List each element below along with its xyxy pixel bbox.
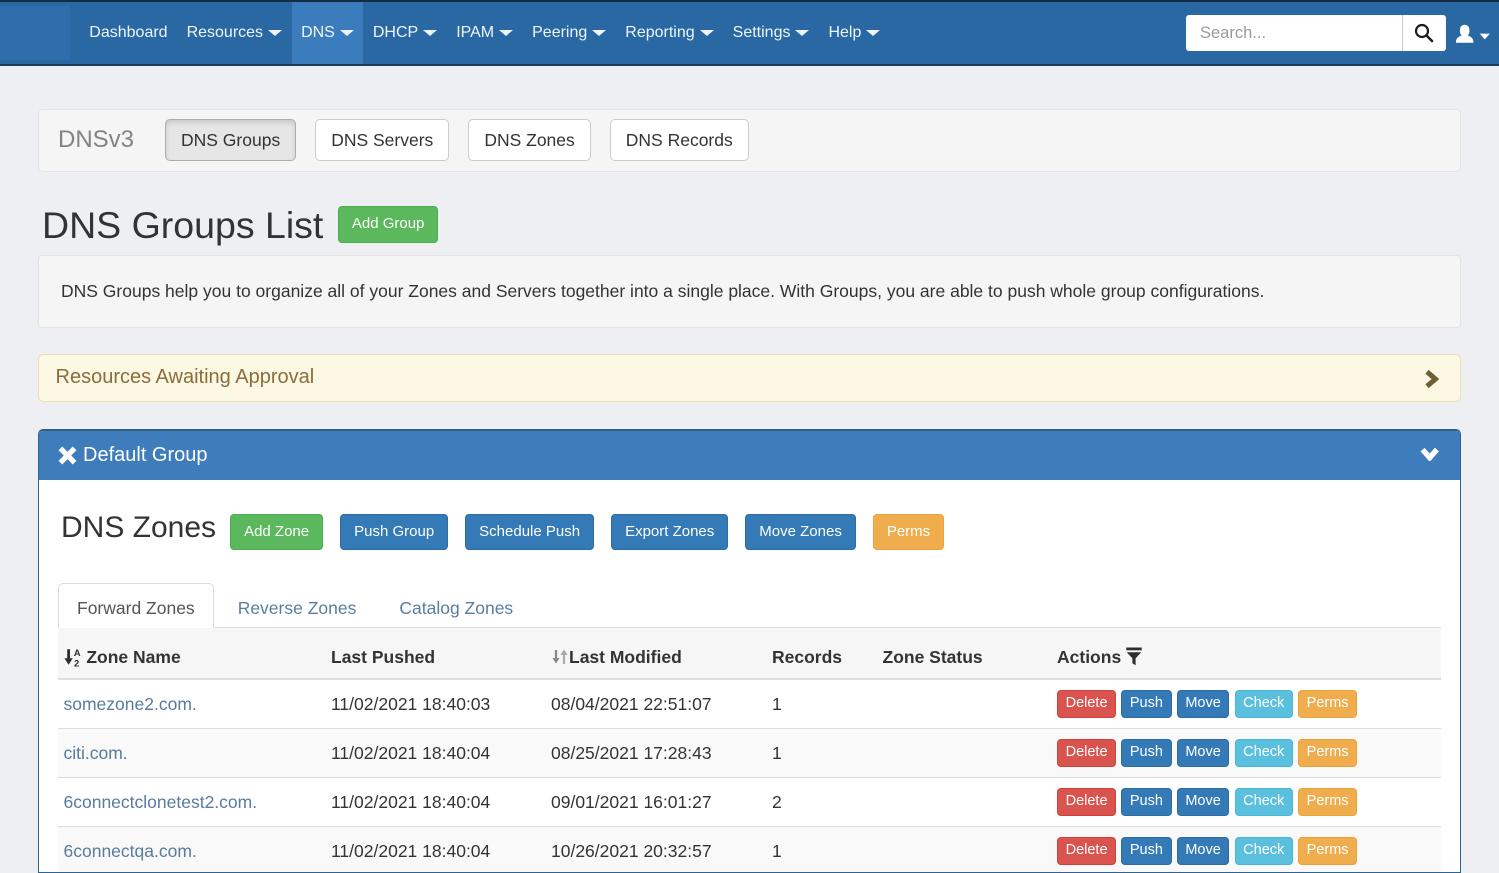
svg-text:A: A bbox=[73, 648, 80, 659]
svg-text:2: 2 bbox=[74, 658, 79, 666]
